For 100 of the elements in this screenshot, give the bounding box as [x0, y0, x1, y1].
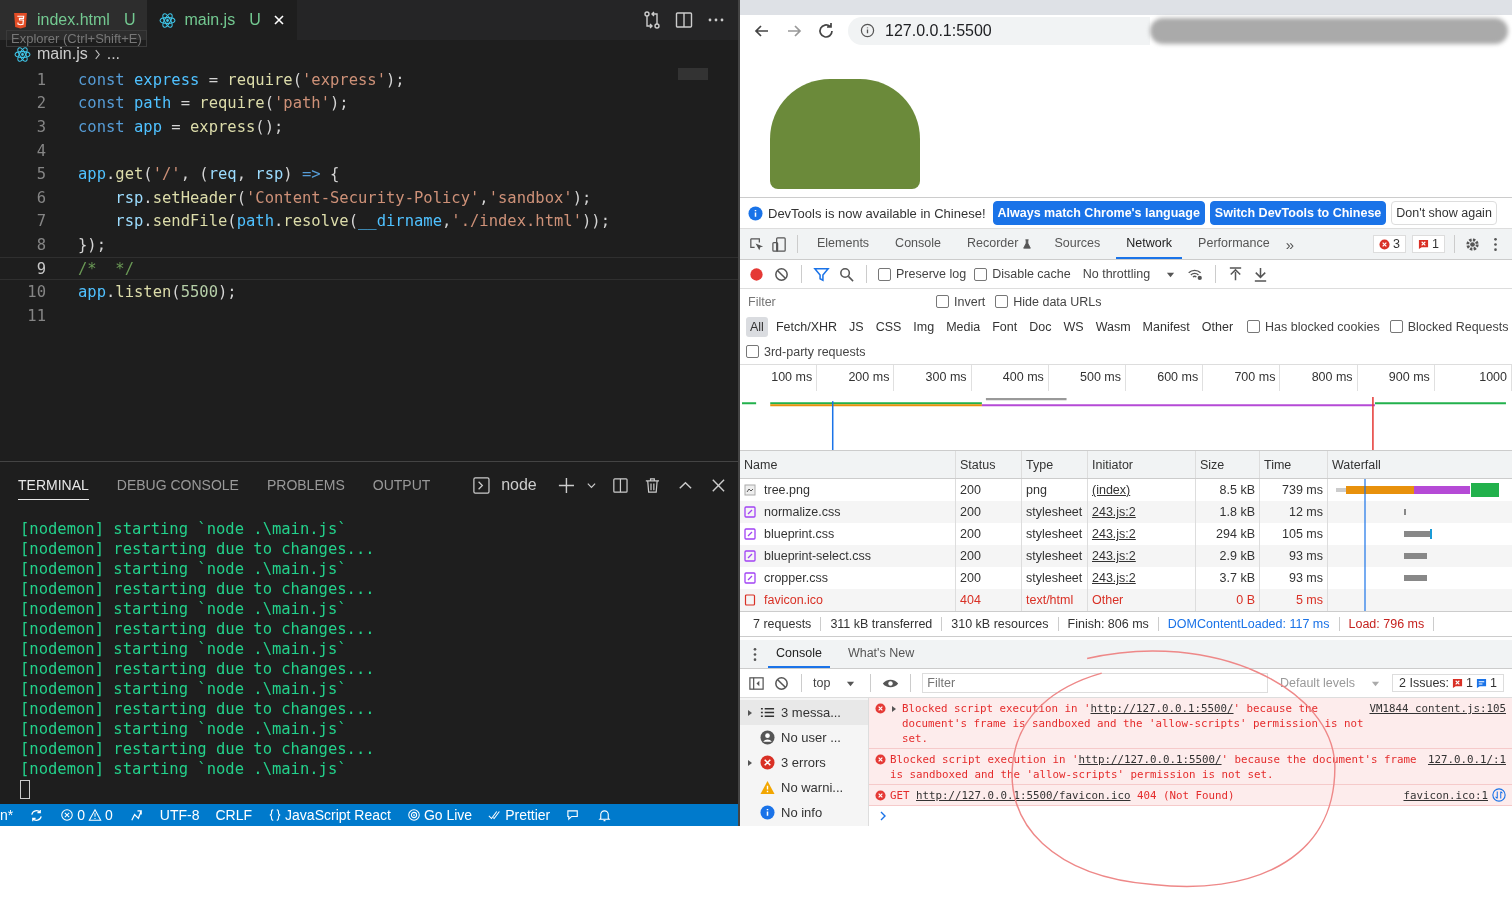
throttling-dropdown[interactable]: No throttling [1082, 267, 1151, 281]
more-options-icon[interactable] [752, 645, 758, 663]
table-cell[interactable]: favicon.ico [764, 593, 824, 607]
bell-icon[interactable] [597, 807, 613, 823]
panel-tab[interactable]: PROBLEMS [266, 470, 345, 500]
compare-changes-icon[interactable] [642, 10, 662, 30]
column-header[interactable]: Waterfall [1328, 451, 1512, 478]
column-header[interactable]: Initiator [1088, 451, 1196, 478]
panel-tab[interactable]: DEBUG CONSOLE [116, 470, 239, 500]
type-filter-button[interactable]: Wasm [1091, 316, 1135, 337]
language-mode[interactable]: JavaScript React [285, 807, 391, 823]
issue-count[interactable]: 1 [1432, 237, 1439, 251]
infobar-button[interactable]: Don't show again [1391, 201, 1497, 225]
clear-icon[interactable] [773, 674, 790, 692]
url-link[interactable]: http://127.0.0.1:5500/ [1078, 753, 1222, 766]
type-filter-button[interactable]: Media [942, 316, 985, 337]
record-icon[interactable] [748, 265, 765, 283]
panel-tab[interactable]: OUTPUT [372, 470, 431, 500]
console-sidebar-item[interactable]: No user ... [781, 730, 841, 745]
expand-arrow-icon[interactable] [890, 705, 898, 713]
source-link[interactable]: VM1844 content.js:105 [1369, 701, 1506, 716]
table-cell[interactable]: blueprint.css [764, 527, 835, 541]
console-sidebar-item[interactable]: No info [781, 805, 823, 820]
devtools-tab[interactable]: Recorder [957, 229, 1029, 259]
type-filter-button[interactable]: Other [1197, 316, 1238, 337]
issues-label[interactable]: 2 Issues: [1399, 676, 1450, 690]
type-filter-button[interactable]: Doc [1025, 316, 1056, 337]
type-filter-button[interactable]: Font [988, 316, 1022, 337]
initiator-link[interactable]: 243.js:2 [1092, 549, 1136, 563]
checkbox[interactable]: Invert [936, 294, 986, 309]
column-header[interactable]: Time [1260, 451, 1328, 478]
network-request-icon[interactable] [1492, 788, 1506, 802]
devtools-tab[interactable]: Network [1116, 229, 1183, 259]
status-item[interactable]: UTF-8 [159, 807, 200, 823]
split-terminal-icon[interactable] [610, 475, 630, 495]
type-filter-button[interactable]: CSS [871, 316, 906, 337]
console-sidebar-item[interactable]: No warni... [781, 780, 844, 795]
url-link[interactable]: http://127.0.0.1:5500/ [1090, 702, 1234, 715]
devtools-tab[interactable]: Performance [1188, 229, 1280, 259]
issue-count[interactable]: 1 [1490, 676, 1497, 690]
console-sidebar-item[interactable]: 3 errors [781, 755, 826, 770]
devtools-tab[interactable]: Console [885, 229, 951, 259]
editor-tab[interactable]: main.js U [147, 0, 297, 40]
status-item[interactable]: CRLF [215, 807, 253, 823]
initiator-link[interactable]: (index) [1092, 483, 1131, 497]
reload-icon[interactable] [816, 20, 836, 41]
checkbox[interactable]: 3rd-party requests [746, 344, 866, 359]
filter-field[interactable]: Filter [922, 673, 1268, 693]
search-icon[interactable] [838, 265, 855, 283]
infobar-button[interactable]: Always match Chrome's language [992, 201, 1205, 225]
more-tabs-button[interactable]: » [1285, 235, 1294, 253]
table-cell[interactable]: cropper.css [764, 571, 828, 585]
clear-icon[interactable] [773, 265, 790, 283]
table-cell[interactable]: tree.png [764, 483, 810, 497]
table-cell[interactable]: blueprint-select.css [764, 549, 871, 563]
checkbox[interactable]: Blocked Requests [1389, 319, 1509, 334]
inspect-icon[interactable] [748, 235, 765, 253]
context-dropdown[interactable]: top [813, 676, 831, 690]
drawer-tab[interactable]: Console [768, 640, 830, 668]
expand-arrow-icon[interactable] [746, 758, 754, 767]
plus-icon[interactable] [556, 475, 576, 495]
issue-count[interactable]: 1 [1466, 676, 1474, 690]
sync-icon[interactable] [29, 807, 45, 823]
breadcrumb-item[interactable]: ... [106, 45, 121, 63]
checkbox[interactable]: Disable cache [974, 267, 1071, 281]
column-header[interactable]: Type [1022, 451, 1088, 478]
address-bar[interactable]: 127.0.0.1:5500 [848, 16, 1150, 45]
warning-count[interactable]: 0 [105, 807, 113, 823]
column-header[interactable]: Status [956, 451, 1022, 478]
type-filter-button[interactable]: Fetch/XHR [771, 316, 842, 337]
drawer-tab[interactable]: What's New [839, 640, 923, 668]
split-editor-icon[interactable] [674, 10, 694, 30]
source-link[interactable]: 127.0.0.1/:1 [1428, 752, 1506, 767]
type-filter-button[interactable]: Manifest [1138, 316, 1194, 337]
table-cell[interactable]: normalize.css [764, 505, 841, 519]
share-icon[interactable] [128, 807, 144, 823]
close-icon[interactable] [272, 14, 285, 26]
initiator-link[interactable]: 243.js:2 [1092, 527, 1136, 541]
prettier-status[interactable]: Prettier [505, 807, 551, 823]
type-filter-button[interactable]: WS [1059, 316, 1088, 337]
checkbox[interactable]: Hide data URLs [995, 294, 1102, 309]
column-header[interactable]: Size [1196, 451, 1260, 478]
type-filter-button[interactable]: JS [845, 316, 868, 337]
filter-icon[interactable] [813, 265, 830, 283]
url-link[interactable]: http://127.0.0.1:5500/favicon.ico [916, 789, 1131, 802]
expand-arrow-icon[interactable] [746, 708, 754, 717]
error-count[interactable]: 0 [77, 807, 86, 823]
terminal-name[interactable]: node [501, 476, 537, 494]
type-filter-button[interactable]: Img [909, 316, 939, 337]
sidebar-toggle-icon[interactable] [748, 674, 765, 692]
settings-icon[interactable] [1464, 235, 1481, 253]
prompt-chevron-icon[interactable] [879, 810, 887, 822]
error-count[interactable]: 3 [1393, 237, 1401, 251]
devtools-tab[interactable]: Elements [807, 229, 880, 259]
initiator-link[interactable]: 243.js:2 [1092, 505, 1136, 519]
devtools-tab[interactable]: Sources [1044, 229, 1111, 259]
breadcrumb-item[interactable]: main.js [37, 45, 88, 63]
checkbox[interactable]: Has blocked cookies [1247, 319, 1380, 334]
checkbox[interactable]: Preserve log [878, 267, 967, 281]
column-header[interactable]: Name [740, 451, 956, 478]
